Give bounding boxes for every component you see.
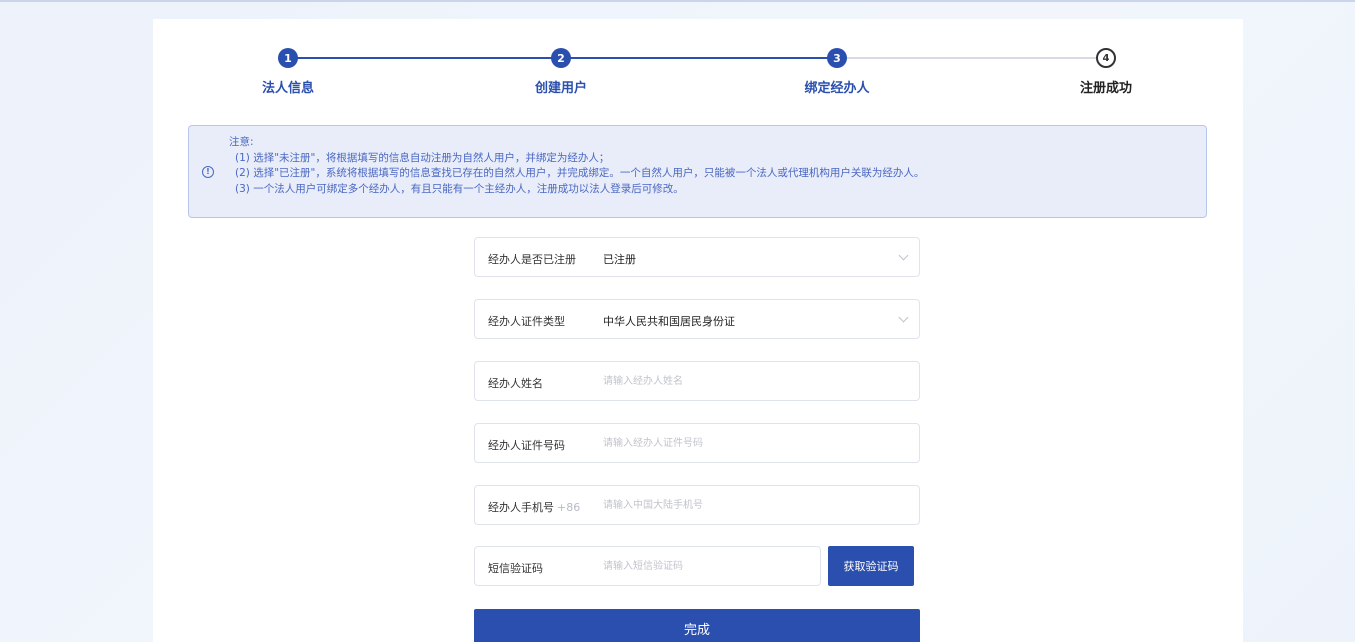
- step-4-label: 注册成功: [1079, 81, 1132, 96]
- step-2-circle: 2: [551, 48, 571, 68]
- notice-line-2: (2) 选择"已注册"，系统将根据填写的信息查找已存在的自然人用户，并完成绑定。…: [235, 167, 925, 179]
- registration-card: 1 2 3 4 法人信息 创建用户 绑定经办人 注册成功 ! 注意: (1) 选…: [153, 19, 1243, 642]
- progress-steps: 1 2 3 4 法人信息 创建用户 绑定经办人 注册成功: [153, 19, 1243, 109]
- chevron-down-icon: [898, 312, 909, 323]
- step-3-circle: 3: [827, 48, 847, 68]
- phone-prefix: +86: [557, 501, 581, 514]
- registered-select[interactable]: 经办人是否已注册 已注册: [474, 237, 920, 277]
- finish-button[interactable]: 完成: [474, 609, 920, 642]
- step-3-label: 绑定经办人: [804, 81, 870, 96]
- phone-label: 经办人手机号: [488, 501, 554, 514]
- step-1-label: 法人信息: [261, 81, 314, 96]
- name-label: 经办人姓名: [488, 377, 543, 390]
- phone-field: 经办人手机号 +86: [474, 485, 920, 525]
- id-type-label: 经办人证件类型: [488, 315, 565, 328]
- name-input[interactable]: [603, 372, 883, 390]
- notice-line-1: (1) 选择"未注册"，将根据填写的信息自动注册为自然人用户，并绑定为经办人；: [235, 151, 610, 164]
- registered-label: 经办人是否已注册: [488, 253, 576, 266]
- phone-input[interactable]: [603, 496, 883, 514]
- notice-box: ! 注意: (1) 选择"未注册"，将根据填写的信息自动注册为自然人用户，并绑定…: [188, 125, 1207, 218]
- sms-label: 短信验证码: [488, 562, 543, 575]
- sms-input[interactable]: [603, 557, 803, 575]
- notice-line-3: (3) 一个法人用户可绑定多个经办人，有且只能有一个主经办人，注册成功以法人登录…: [235, 182, 684, 195]
- registered-value: 已注册: [603, 253, 636, 266]
- get-code-button[interactable]: 获取验证码: [828, 546, 914, 586]
- id-number-label: 经办人证件号码: [488, 439, 565, 452]
- id-number-field: 经办人证件号码: [474, 423, 920, 463]
- step-4-circle: 4: [1096, 48, 1116, 68]
- id-type-value: 中华人民共和国居民身份证: [603, 315, 735, 328]
- id-number-input[interactable]: [603, 434, 883, 452]
- notice-title: 注意:: [229, 136, 254, 148]
- phone-label-group: 经办人手机号 +86: [488, 499, 580, 515]
- step-1-circle: 1: [278, 48, 298, 68]
- info-icon: !: [202, 166, 214, 178]
- top-border: [0, 0, 1355, 2]
- step-2-label: 创建用户: [534, 81, 587, 96]
- notice-text: 注意: (1) 选择"未注册"，将根据填写的信息自动注册为自然人用户，并绑定为经…: [229, 135, 1199, 197]
- name-field: 经办人姓名: [474, 361, 920, 401]
- chevron-down-icon: [898, 250, 909, 261]
- id-type-select[interactable]: 经办人证件类型 中华人民共和国居民身份证: [474, 299, 920, 339]
- step-line-pending: [838, 57, 1106, 59]
- sms-field: 短信验证码: [474, 546, 821, 586]
